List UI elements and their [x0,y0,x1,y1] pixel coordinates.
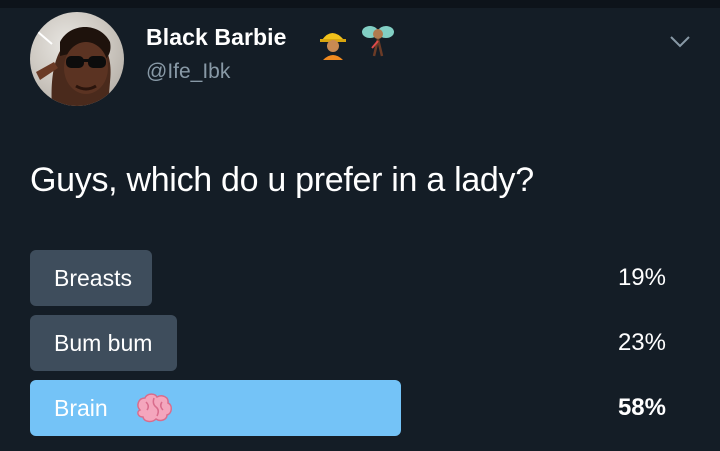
poll-option-label: Breasts [54,265,132,291]
display-name[interactable]: Black Barbie [146,24,287,51]
poll-option-bum-bum[interactable]: Bum bum 23% [30,315,670,371]
handle[interactable]: @Ife_Ibk [146,60,230,84]
name-emojis [320,20,400,60]
tweet-text: Guys, which do u prefer in a lady? [30,161,534,199]
top-strip [0,0,720,8]
brain-icon [134,392,174,424]
poll-option-percent: 19% [617,264,666,291]
poll-option-label: Brain [54,395,108,421]
poll-option-percent: 23% [617,329,666,356]
poll-option-percent: 58% [617,394,666,421]
construction-worker-icon [320,33,346,60]
chevron-down-icon[interactable] [668,34,692,50]
poll-option-breasts[interactable]: Breasts 19% [30,250,670,306]
avatar[interactable] [30,12,124,106]
poll-option-brain[interactable]: Brain 58% [30,380,670,436]
fairy-icon [362,26,394,57]
poll-option-label: Bum bum [54,330,153,356]
avatar-photo [36,27,111,106]
